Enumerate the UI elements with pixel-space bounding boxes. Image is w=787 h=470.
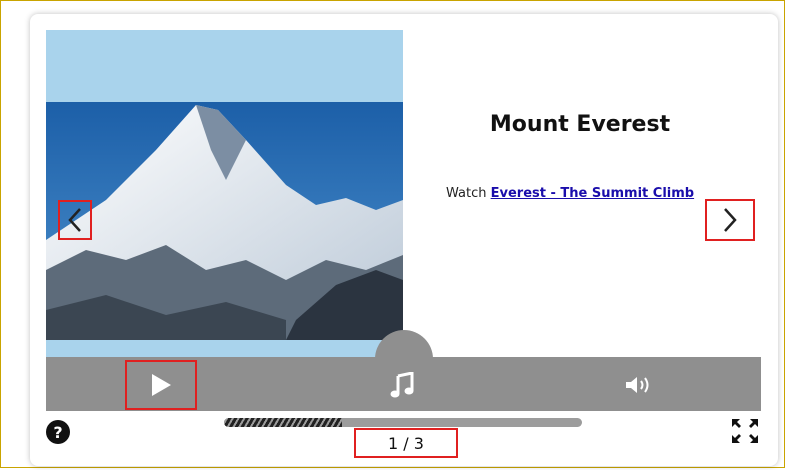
previous-slide-button[interactable] [58, 200, 92, 240]
fullscreen-icon [732, 419, 758, 443]
help-button[interactable]: ? [46, 420, 70, 444]
music-note-icon [390, 372, 414, 398]
chevron-left-icon [68, 208, 81, 232]
slide-image [46, 30, 403, 358]
progress-fill [224, 418, 343, 427]
slide-caption: Watch Everest - The Summit Climb [446, 186, 694, 201]
volume-icon [626, 377, 649, 393]
chevron-right-icon [724, 208, 737, 232]
play-icon [152, 374, 171, 396]
slide-counter: 1 / 3 [354, 428, 458, 458]
fullscreen-button[interactable] [728, 416, 762, 446]
play-button[interactable] [125, 360, 197, 410]
progress-track [224, 418, 582, 427]
video-link[interactable]: Everest - The Summit Climb [491, 186, 694, 201]
next-slide-button[interactable] [705, 199, 755, 241]
volume-button[interactable] [618, 370, 662, 400]
caption-prefix: Watch [446, 186, 487, 201]
music-button[interactable] [382, 366, 422, 404]
slide-title: Mount Everest [489, 112, 671, 137]
